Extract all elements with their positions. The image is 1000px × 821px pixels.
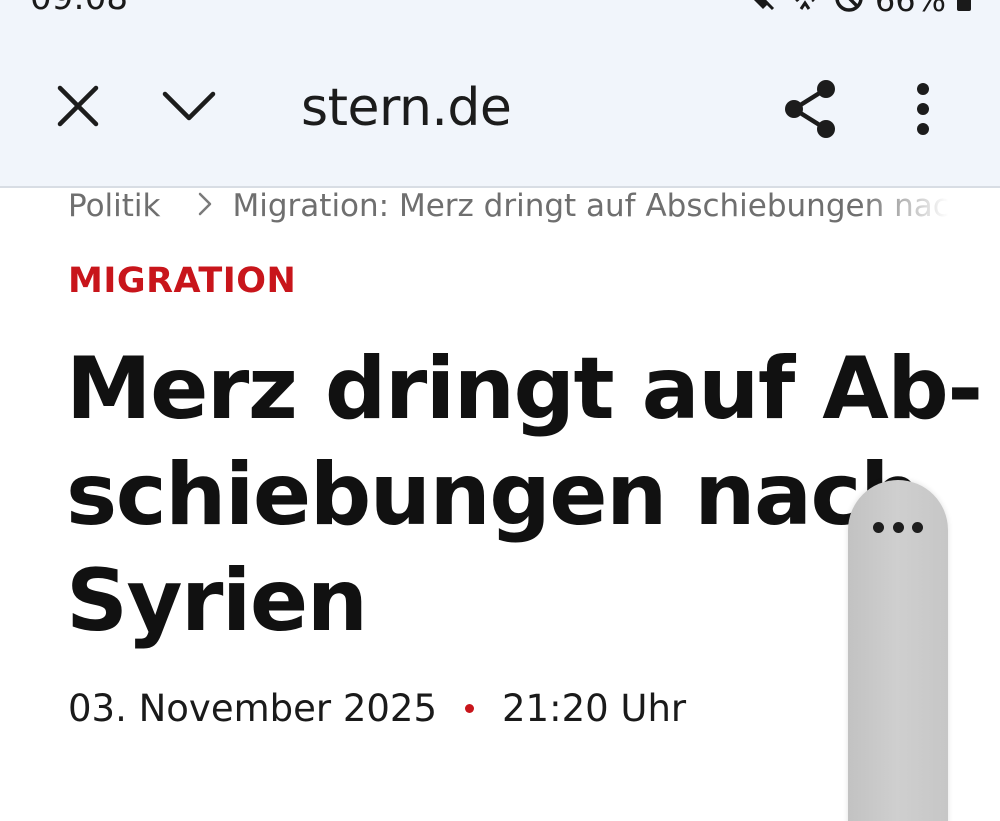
share-button[interactable] [778, 76, 844, 142]
status-icons: 66% [747, 0, 972, 22]
headline-line: Syrien [66, 551, 368, 651]
breadcrumb-current: Migration: Merz dringt auf Abschiebungen… [232, 188, 948, 224]
screen: 09:08 66% [0, 0, 1000, 821]
headline-line: schiebungen nach [66, 445, 921, 545]
breadcrumb: Politik Migration: Merz dringt auf Absch… [68, 184, 948, 228]
do-not-disturb-icon [833, 0, 865, 18]
share-icon [785, 80, 835, 138]
custom-tab-toolbar: stern.de [0, 40, 1000, 188]
close-button[interactable] [48, 76, 108, 136]
article-headline: Merz dringt auf Ab- schiebungen nach Syr… [66, 336, 983, 654]
chevron-down-icon [162, 91, 216, 121]
more-horiz-icon [873, 520, 923, 534]
article-date: 03. November 2025 [68, 686, 438, 730]
article-kicker: MIGRATION [68, 261, 297, 301]
floating-side-panel-handle[interactable] [848, 480, 948, 821]
status-bar: 09:08 66% [0, 0, 1000, 40]
separator-dot-icon [465, 703, 475, 713]
article-time: 21:20 Uhr [502, 686, 687, 730]
minimize-button[interactable] [156, 76, 222, 136]
chevron-right-icon [197, 186, 213, 226]
more-options-button[interactable] [898, 76, 948, 142]
article-dateline: 03. November 2025 21:20 Uhr [68, 684, 686, 732]
battery-icon [956, 0, 972, 17]
battery-level: 66% [874, 0, 946, 19]
more-vert-icon [917, 83, 929, 135]
breadcrumb-section-link[interactable]: Politik [68, 188, 161, 224]
url-domain[interactable]: stern.de [301, 78, 512, 138]
wifi-icon [787, 0, 823, 17]
close-icon [57, 85, 99, 127]
mute-icon [747, 0, 777, 17]
headline-line: Merz dringt auf Ab- [66, 339, 983, 439]
status-time: 09:08 [30, 0, 128, 18]
